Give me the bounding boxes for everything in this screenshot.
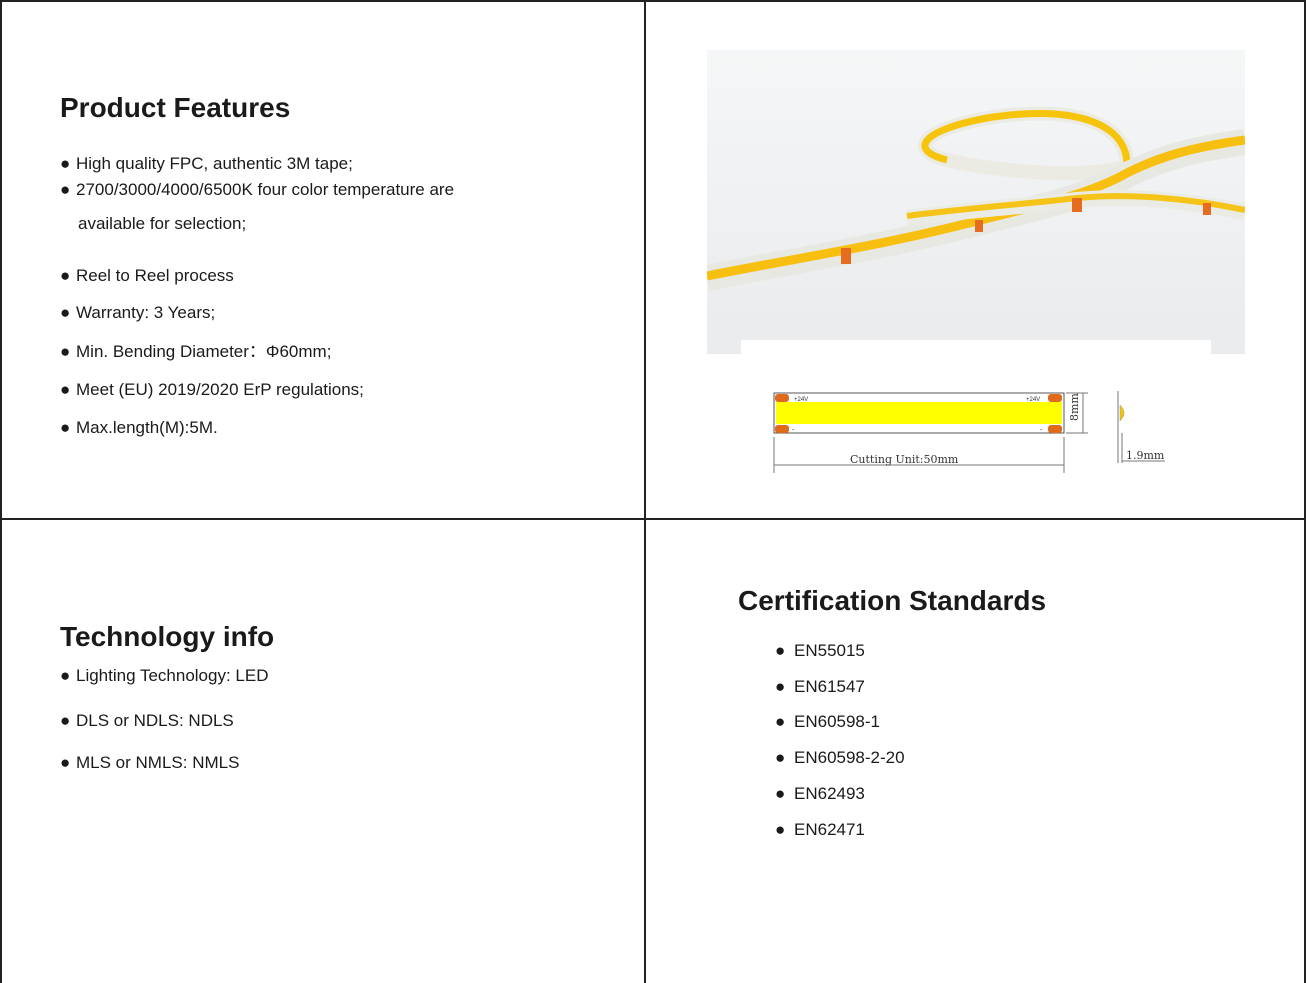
thickness-label: 1.9mm xyxy=(1126,449,1165,462)
left-border xyxy=(0,0,2,983)
pad-bottom-right xyxy=(1048,425,1062,433)
list-item: ● DLS or NDLS: NDLS xyxy=(60,711,234,730)
width-label: 8mm xyxy=(1068,393,1081,421)
pad-top-right xyxy=(1048,394,1062,402)
list-item: ● 2700/3000/4000/6500K four color tempera… xyxy=(60,180,455,199)
led-strip-photo xyxy=(707,50,1245,354)
technology-info-title: Technology info xyxy=(60,621,275,652)
list-item: ● EN60598-2-20 xyxy=(775,748,905,767)
plus-label-right: +24V xyxy=(1026,397,1040,403)
list-item: ● EN62493 xyxy=(775,784,865,803)
pad-top-left xyxy=(775,394,789,402)
list-item: ● High quality FPC, authentic 3M tape; xyxy=(60,154,353,173)
vertical-divider xyxy=(644,0,646,983)
list-item: ● EN60598-1 xyxy=(775,712,881,731)
list-item: ● EN55015 xyxy=(775,641,865,660)
list-item: ● Meet (EU) 2019/2020 ErP regulations; xyxy=(60,380,364,399)
list-item: ● Warranty: 3 Years; xyxy=(60,303,216,322)
cutting-unit-label: Cutting Unit:50mm xyxy=(850,453,959,466)
strip-emitter xyxy=(776,402,1062,424)
list-item: ● Reel to Reel process xyxy=(60,266,234,285)
pad-bottom-left xyxy=(775,425,789,433)
certification-title: Certification Standards xyxy=(738,585,1047,616)
list-item: ● EN62471 xyxy=(775,820,865,839)
plus-label-left: +24V xyxy=(794,397,808,403)
strip-dimension-diagram: +24V +24V - - Cutting Unit:50mm 8mm 1.9m… xyxy=(773,391,1165,473)
horizontal-divider xyxy=(0,518,1306,520)
top-border xyxy=(0,0,1306,2)
list-item: ● Min. Bending Diameter：Φ60mm; xyxy=(60,342,332,361)
list-item: ● EN61547 xyxy=(775,677,865,696)
list-item: ● Lighting Technology: LED xyxy=(60,666,269,685)
product-features-title: Product Features xyxy=(60,92,291,123)
list-item: ● Max.length(M):5M. xyxy=(60,418,218,437)
list-item-continuation: available for selection; xyxy=(78,214,247,233)
list-item: ● MLS or NMLS: NMLS xyxy=(60,753,240,772)
